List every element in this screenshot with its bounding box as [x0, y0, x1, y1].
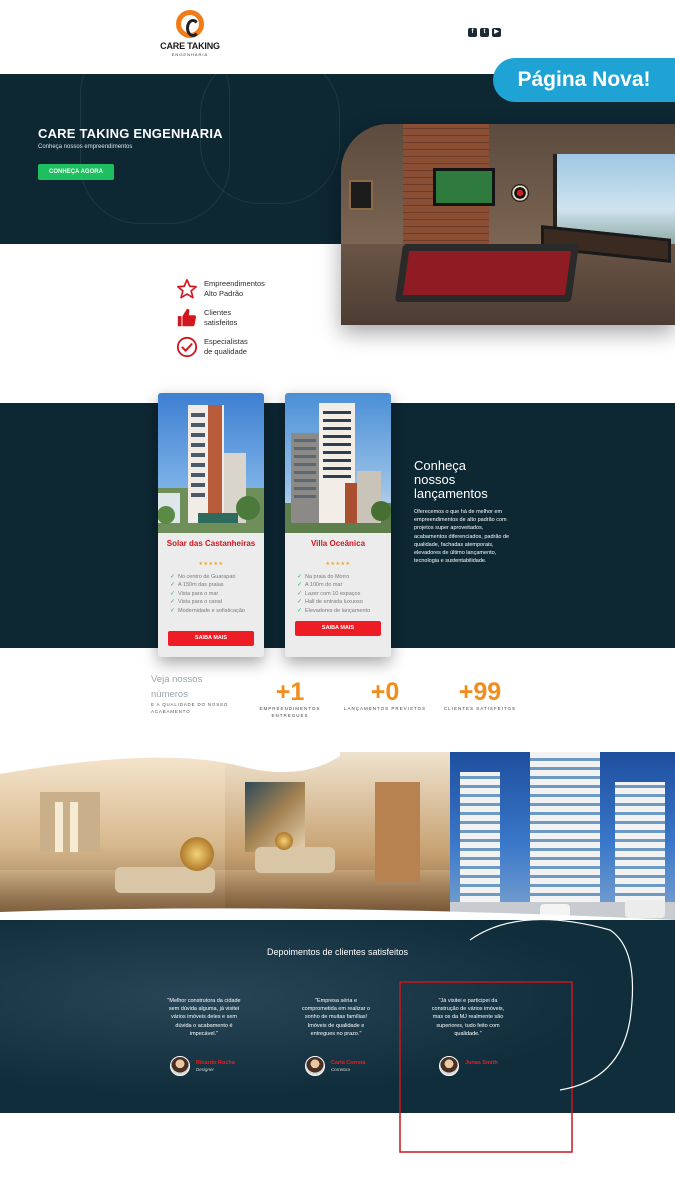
stat-value: +1: [275, 678, 305, 706]
list-item: A 100m do mar: [297, 581, 387, 590]
stat-delivered: +1 EMPREENDIMENTOS ENTREGUES: [245, 678, 335, 719]
author-role: Corretora: [331, 1067, 351, 1072]
testimonial-author: Carla Correia Corretora: [305, 1056, 385, 1076]
rating-stars-icon: ★★★★★: [198, 561, 224, 567]
brand-subtitle: ENGENHARIA: [171, 52, 209, 57]
list-item: Vista para o canal: [170, 598, 260, 607]
feature-label: Clientes satisfeitos: [204, 308, 238, 327]
hero-subtitle: Conheça nossos empreendimentos: [38, 144, 133, 150]
learn-more-button[interactable]: SAIBA MAIS: [295, 621, 381, 636]
twitter-icon[interactable]: t: [480, 28, 489, 37]
testimonial-quote: "Melhor construtora da cidade sem dúvida…: [167, 998, 241, 1037]
logo-gear-icon: [176, 10, 204, 38]
testimonials-title: Depoimentos de clientes satisfeitos: [266, 947, 409, 957]
new-page-badge: Página Nova!: [493, 58, 675, 102]
social-links: f t ▶: [468, 28, 501, 37]
testimonial-quote: "Empresa séria e comprometida em realiza…: [301, 998, 371, 1037]
numbers-title: Veja nossos números: [151, 674, 203, 700]
list-item: Modernidade e sofisticação: [170, 607, 260, 616]
stat-value: +0: [370, 678, 400, 706]
numbers-subtitle: E A QUALIDADE DO NOSSO ACABAMENTO: [151, 702, 229, 714]
card-title: Solar das Castanheiras: [166, 539, 256, 548]
hero-cta-button[interactable]: CONHEÇA AGORA: [38, 164, 114, 180]
avatar: [170, 1056, 190, 1076]
gallery-wave-decor: [0, 752, 675, 920]
list-item: Hall de entrada luxuoso: [297, 598, 387, 607]
stat-value: +99: [458, 678, 502, 706]
photo-gallery: [0, 752, 675, 920]
card-title: Villa Oceânica: [310, 539, 366, 548]
facebook-icon[interactable]: f: [468, 28, 477, 37]
youtube-icon[interactable]: ▶: [492, 28, 501, 37]
hero-title: CARE TAKING ENGENHARIA: [38, 126, 223, 141]
thumbs-up-icon: [177, 308, 197, 327]
testimonial-author: Jonas Smith: [439, 1056, 519, 1076]
list-item: No centro de Guarapari: [170, 573, 260, 582]
learn-more-button[interactable]: SAIBA MAIS: [168, 631, 254, 646]
feature-label: Empreendimentos Alto Padrão: [204, 279, 265, 298]
launch-card-villa[interactable]: Villa Oceânica ★★★★★ Na praia do Morro A…: [285, 393, 391, 657]
stat-label: CLIENTES SATISFEITOS: [443, 706, 517, 711]
brand-name: CARE TAKING: [160, 41, 220, 51]
feature-high-standard: Empreendimentos Alto Padrão: [176, 278, 296, 302]
brand-logo[interactable]: CARE TAKING ENGENHARIA: [160, 10, 220, 60]
launches-title: Conheça nossos lançamentos: [414, 458, 488, 501]
feature-satisfied-clients: Clientes satisfeitos: [176, 307, 296, 331]
list-item: Elevadores de lançamento: [297, 607, 387, 616]
stat-label: EMPREENDIMENTOS ENTREGUES: [259, 706, 321, 718]
check-circle-icon: [176, 336, 198, 358]
launch-card-solar[interactable]: Solar das Castanheiras ★★★★★ No centro d…: [158, 393, 264, 657]
building-photo: [285, 393, 391, 533]
avatar: [439, 1056, 459, 1076]
star-icon: [177, 279, 197, 299]
stat-label: LANÇAMENTOS PREVISTOS: [343, 706, 427, 711]
rating-stars-icon: ★★★★★: [325, 561, 351, 567]
stat-clients: +99 CLIENTES SATISFEITOS: [435, 678, 525, 713]
author-name: Carla Correia: [331, 1060, 366, 1066]
list-item: A 150m das praias: [170, 581, 260, 590]
feature-label: Especialistas de qualidade: [204, 337, 248, 356]
avatar: [305, 1056, 325, 1076]
list-item: Lazer com 10 espaços: [297, 590, 387, 599]
testimonial-quote: "Já visitei e participei da construção d…: [431, 998, 505, 1037]
testimonial-author: Ricardo Rocha Designer: [170, 1056, 250, 1076]
list-item: Na praia do Morro: [297, 573, 387, 582]
building-photo: [158, 393, 264, 533]
card-feature-list: Na praia do Morro A 100m do mar Lazer co…: [297, 573, 387, 615]
list-item: Vista para o mar: [170, 590, 260, 599]
author-role: Designer: [196, 1067, 215, 1072]
launches-description: Oferecemos o que há de melhor em empreen…: [414, 509, 510, 565]
card-feature-list: No centro de Guarapari A 150m das praias…: [170, 573, 260, 615]
author-name: Jonas Smith: [465, 1060, 498, 1066]
stat-planned: +0 LANÇAMENTOS PREVISTOS: [340, 678, 430, 713]
author-name: Ricardo Rocha: [196, 1060, 235, 1066]
hero-game-room-photo: [341, 124, 675, 325]
feature-quality-experts: Especialistas de qualidade: [176, 336, 296, 360]
